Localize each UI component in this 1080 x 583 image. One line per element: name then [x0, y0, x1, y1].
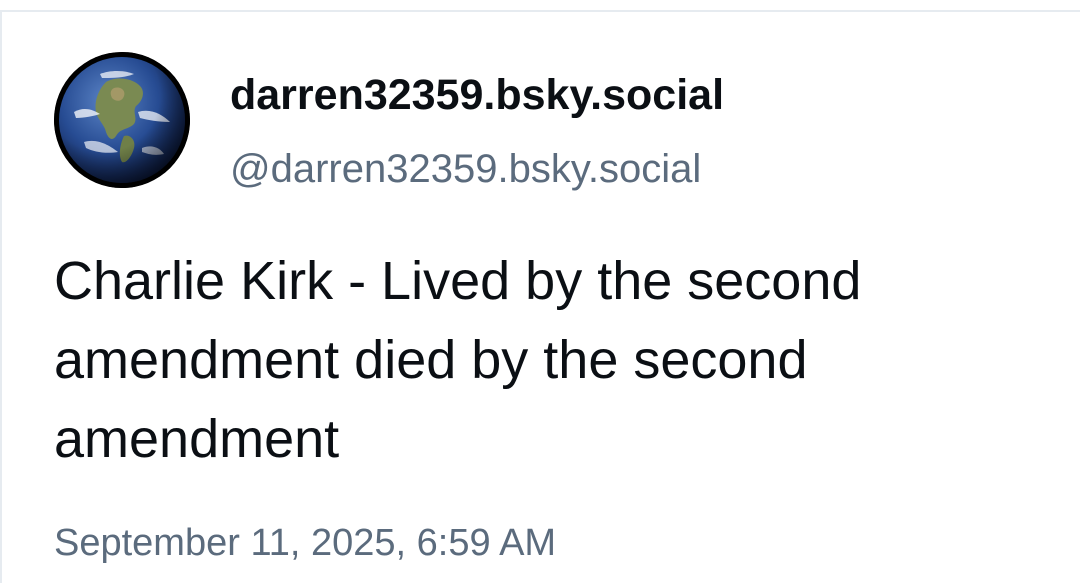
avatar[interactable] — [54, 52, 190, 188]
author-display-name[interactable]: darren32359.bsky.social — [230, 74, 724, 117]
earth-globe-icon — [54, 52, 190, 188]
post-card[interactable]: darren32359.bsky.social @darren32359.bsk… — [0, 0, 1080, 583]
author-handle[interactable]: @darren32359.bsky.social — [230, 149, 701, 189]
post-timestamp[interactable]: September 11, 2025, 6:59 AM — [54, 524, 556, 562]
post-text: Charlie Kirk - Lived by the second amend… — [54, 251, 862, 469]
